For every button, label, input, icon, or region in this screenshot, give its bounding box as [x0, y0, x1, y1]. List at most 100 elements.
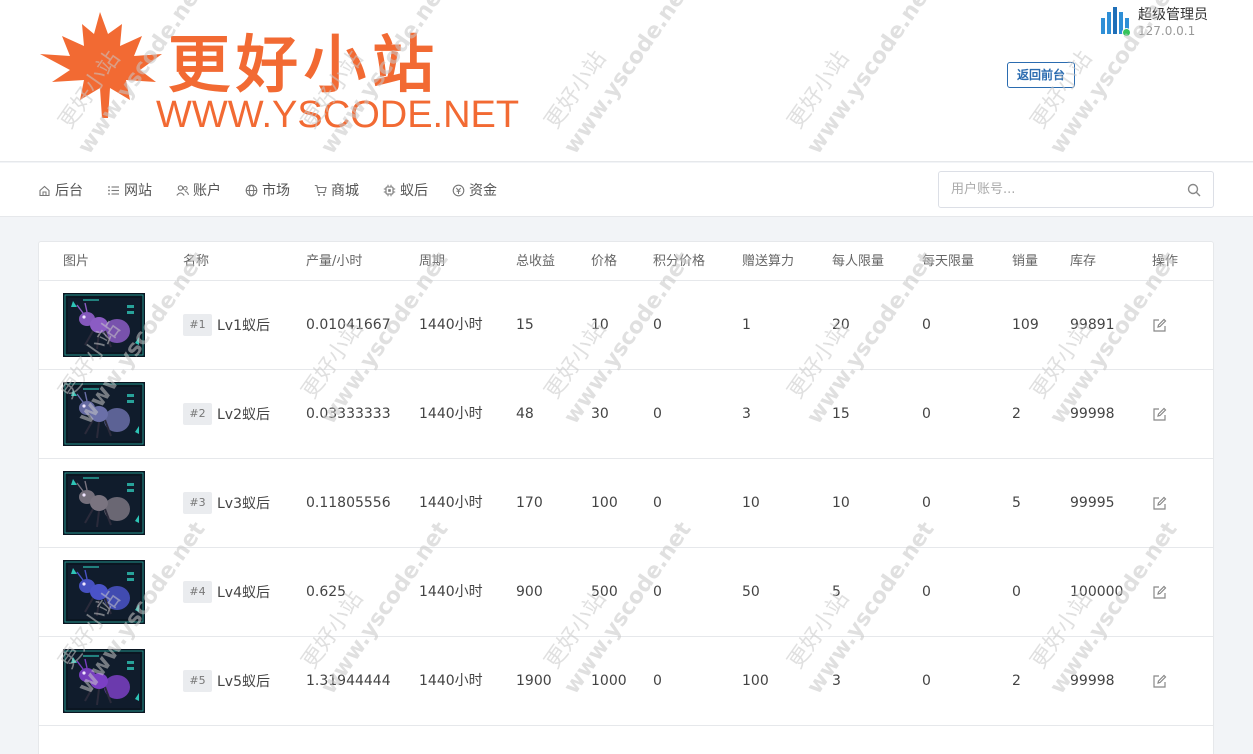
- per-user-limit-cell: 3: [832, 673, 841, 689]
- edit-icon[interactable]: [1152, 318, 1167, 333]
- product-name: Lv4蚁后: [217, 585, 270, 601]
- name-cell: #5 Lv5蚁后: [183, 637, 270, 725]
- daily-limit-cell: 0: [922, 584, 931, 600]
- nav-item-4[interactable]: 商城: [314, 180, 359, 200]
- column-header-11: 库存: [1070, 254, 1097, 269]
- id-badge: #2: [183, 403, 212, 425]
- id-badge: #4: [183, 581, 212, 603]
- user-name: 超级管理员: [1138, 7, 1208, 23]
- nav-item-1[interactable]: 网站: [107, 180, 152, 200]
- nav-item-label: 商城: [331, 183, 359, 199]
- nav-item-0[interactable]: 后台: [38, 180, 83, 200]
- period-cell: 1440小时: [419, 673, 483, 689]
- product-name: Lv2蚁后: [217, 407, 270, 423]
- product-image: [63, 649, 145, 713]
- users-icon: [176, 184, 189, 196]
- points-price-cell: 0: [653, 584, 662, 600]
- column-header-10: 销量: [1012, 254, 1039, 269]
- bonus-power-cell: 100: [742, 673, 769, 689]
- price-cell: 500: [591, 584, 618, 600]
- nav-item-label: 网站: [124, 183, 152, 199]
- edit-icon[interactable]: [1152, 674, 1167, 689]
- name-cell: #3 Lv3蚁后: [183, 459, 270, 547]
- search-icon[interactable]: [1187, 183, 1201, 197]
- per-user-limit-cell: 15: [832, 406, 850, 422]
- user-profile[interactable]: 超级管理员 127.0.0.1: [1098, 4, 1248, 44]
- id-badge: #5: [183, 670, 212, 692]
- nav-item-label: 资金: [469, 183, 497, 199]
- cart-icon: [314, 184, 327, 196]
- stock-cell: 100000: [1070, 584, 1124, 600]
- output-cell: 0.11805556: [306, 495, 391, 511]
- price-cell: 1000: [591, 673, 627, 689]
- total-income-cell: 1900: [516, 673, 552, 689]
- stock-cell: 99891: [1070, 317, 1115, 333]
- table-header: 图片 名称 产量/小时 周期 总收益 价格 积分价格 赠送算力 每人限量 每天限量 销量 库存 操作: [39, 242, 1213, 281]
- points-price-cell: 0: [653, 673, 662, 689]
- name-cell: #1 Lv1蚁后: [183, 281, 270, 369]
- table-row: #5 Lv5蚁后 1.31944444 1440小时 1900 1000 0 100 3 0 2 99…: [39, 637, 1213, 726]
- nav-item-6[interactable]: 资金: [452, 180, 497, 200]
- product-name: Lv3蚁后: [217, 496, 270, 512]
- output-cell: 0.03333333: [306, 406, 391, 422]
- points-price-cell: 0: [653, 406, 662, 422]
- nav-item-3[interactable]: 市场: [245, 180, 290, 200]
- per-user-limit-cell: 5: [832, 584, 841, 600]
- bonus-power-cell: 3: [742, 406, 751, 422]
- column-header-9: 每天限量: [922, 254, 975, 269]
- name-cell: #4 Lv4蚁后: [183, 548, 270, 636]
- column-header-7: 赠送算力: [742, 254, 795, 269]
- sales-cell: 0: [1012, 584, 1021, 600]
- sales-cell: 2: [1012, 673, 1021, 689]
- table-row: #3 Lv3蚁后 0.11805556 1440小时 170 100 0 10 10 0 5 9999…: [39, 459, 1213, 548]
- globe-icon: [245, 184, 258, 196]
- logo-english-text: WWW.YSCODE.NET: [156, 94, 520, 136]
- nav-item-label: 蚁后: [400, 183, 428, 199]
- table-row: #4 Lv4蚁后 0.625 1440小时 900 500 0 50 5 0 0 100000: [39, 548, 1213, 637]
- sales-cell: 2: [1012, 406, 1021, 422]
- product-name: Lv5蚁后: [217, 674, 270, 690]
- home-icon: [39, 185, 50, 196]
- edit-icon[interactable]: [1152, 496, 1167, 511]
- name-cell: #2 Lv2蚁后: [183, 370, 270, 458]
- search-box[interactable]: [938, 171, 1214, 208]
- total-income-cell: 170: [516, 495, 543, 511]
- nav-item-2[interactable]: 账户: [176, 180, 221, 200]
- daily-limit-cell: 0: [922, 317, 931, 333]
- period-cell: 1440小时: [419, 317, 483, 333]
- edit-icon[interactable]: [1152, 407, 1167, 422]
- back-to-frontend-button[interactable]: 返回前台: [1007, 62, 1075, 88]
- product-image: [63, 560, 145, 624]
- product-name: Lv1蚁后: [217, 318, 270, 334]
- sales-cell: 5: [1012, 495, 1021, 511]
- column-header-5: 价格: [591, 254, 618, 269]
- table-row: #1 Lv1蚁后 0.01041667 1440小时 15 10 0 1 20 0 109 99891: [39, 281, 1213, 370]
- product-image: [63, 382, 145, 446]
- stock-cell: 99998: [1070, 673, 1115, 689]
- nav-item-5[interactable]: 蚁后: [383, 180, 428, 200]
- chip-icon: [383, 184, 396, 196]
- list-icon: [108, 185, 119, 195]
- bonus-power-cell: 50: [742, 584, 760, 600]
- site-logo[interactable]: 更好小站 WWW.YSCODE.NET: [38, 10, 519, 145]
- bonus-power-cell: 1: [742, 317, 751, 333]
- price-cell: 10: [591, 317, 609, 333]
- product-image: [63, 293, 145, 357]
- total-income-cell: 48: [516, 406, 534, 422]
- edit-icon[interactable]: [1152, 585, 1167, 600]
- column-header-8: 每人限量: [832, 254, 885, 269]
- stock-cell: 99995: [1070, 495, 1115, 511]
- nav-item-label: 账户: [193, 183, 221, 199]
- per-user-limit-cell: 20: [832, 317, 850, 333]
- online-status-dot: [1122, 28, 1131, 37]
- nav-menu: 后台 网站 账户 市场 商城 蚁后 资金: [38, 163, 521, 217]
- bonus-power-cell: 10: [742, 495, 760, 511]
- product-table: 图片 名称 产量/小时 周期 总收益 价格 积分价格 赠送算力 每人限量 每天限量 销量 库存 操作 #…: [38, 241, 1214, 754]
- table-row: #2 Lv2蚁后 0.03333333 1440小时 48 30 0 3 15 0 2 99998: [39, 370, 1213, 459]
- daily-limit-cell: 0: [922, 406, 931, 422]
- period-cell: 1440小时: [419, 406, 483, 422]
- search-input[interactable]: [939, 172, 1179, 207]
- nav-item-label: 后台: [55, 183, 83, 199]
- output-cell: 0.625: [306, 584, 347, 600]
- column-header-2: 产量/小时: [306, 254, 363, 269]
